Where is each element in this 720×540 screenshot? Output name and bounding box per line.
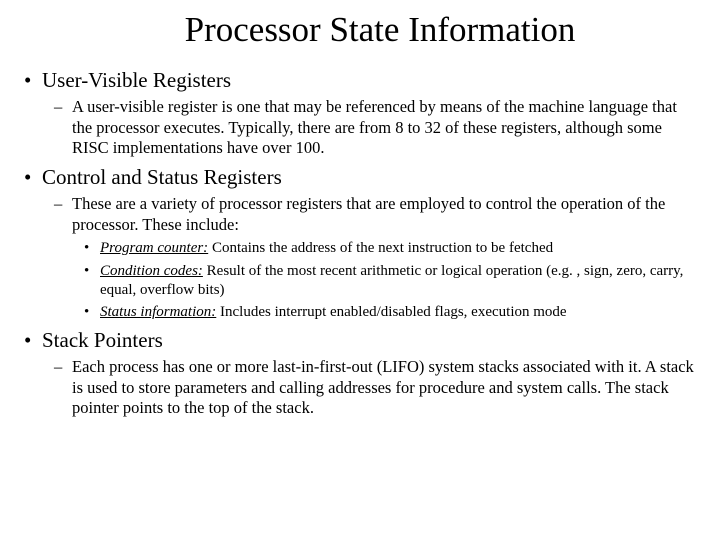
sub-bullet: Each process has one or more last-in-fir… <box>20 357 700 419</box>
bullet-stack-pointers: Stack Pointers <box>20 328 700 353</box>
slide-title: Processor State Information <box>60 10 700 50</box>
sub-sub-bullet-status-information: Status information: Includes interrupt e… <box>20 303 700 322</box>
sub-bullet: A user-visible register is one that may … <box>20 97 700 159</box>
item-label: Status information: <box>100 304 216 320</box>
bullet-user-visible-registers: User-Visible Registers <box>20 68 700 93</box>
item-desc: Includes interrupt enabled/disabled flag… <box>216 304 566 320</box>
sub-sub-bullet-program-counter: Program counter: Contains the address of… <box>20 239 700 258</box>
sub-bullet: These are a variety of processor registe… <box>20 194 700 235</box>
item-label: Condition codes: <box>100 263 203 279</box>
bullet-control-status-registers: Control and Status Registers <box>20 165 700 190</box>
item-desc: Contains the address of the next instruc… <box>208 240 553 256</box>
item-label: Program counter: <box>100 240 208 256</box>
sub-sub-bullet-condition-codes: Condition codes: Result of the most rece… <box>20 262 700 300</box>
